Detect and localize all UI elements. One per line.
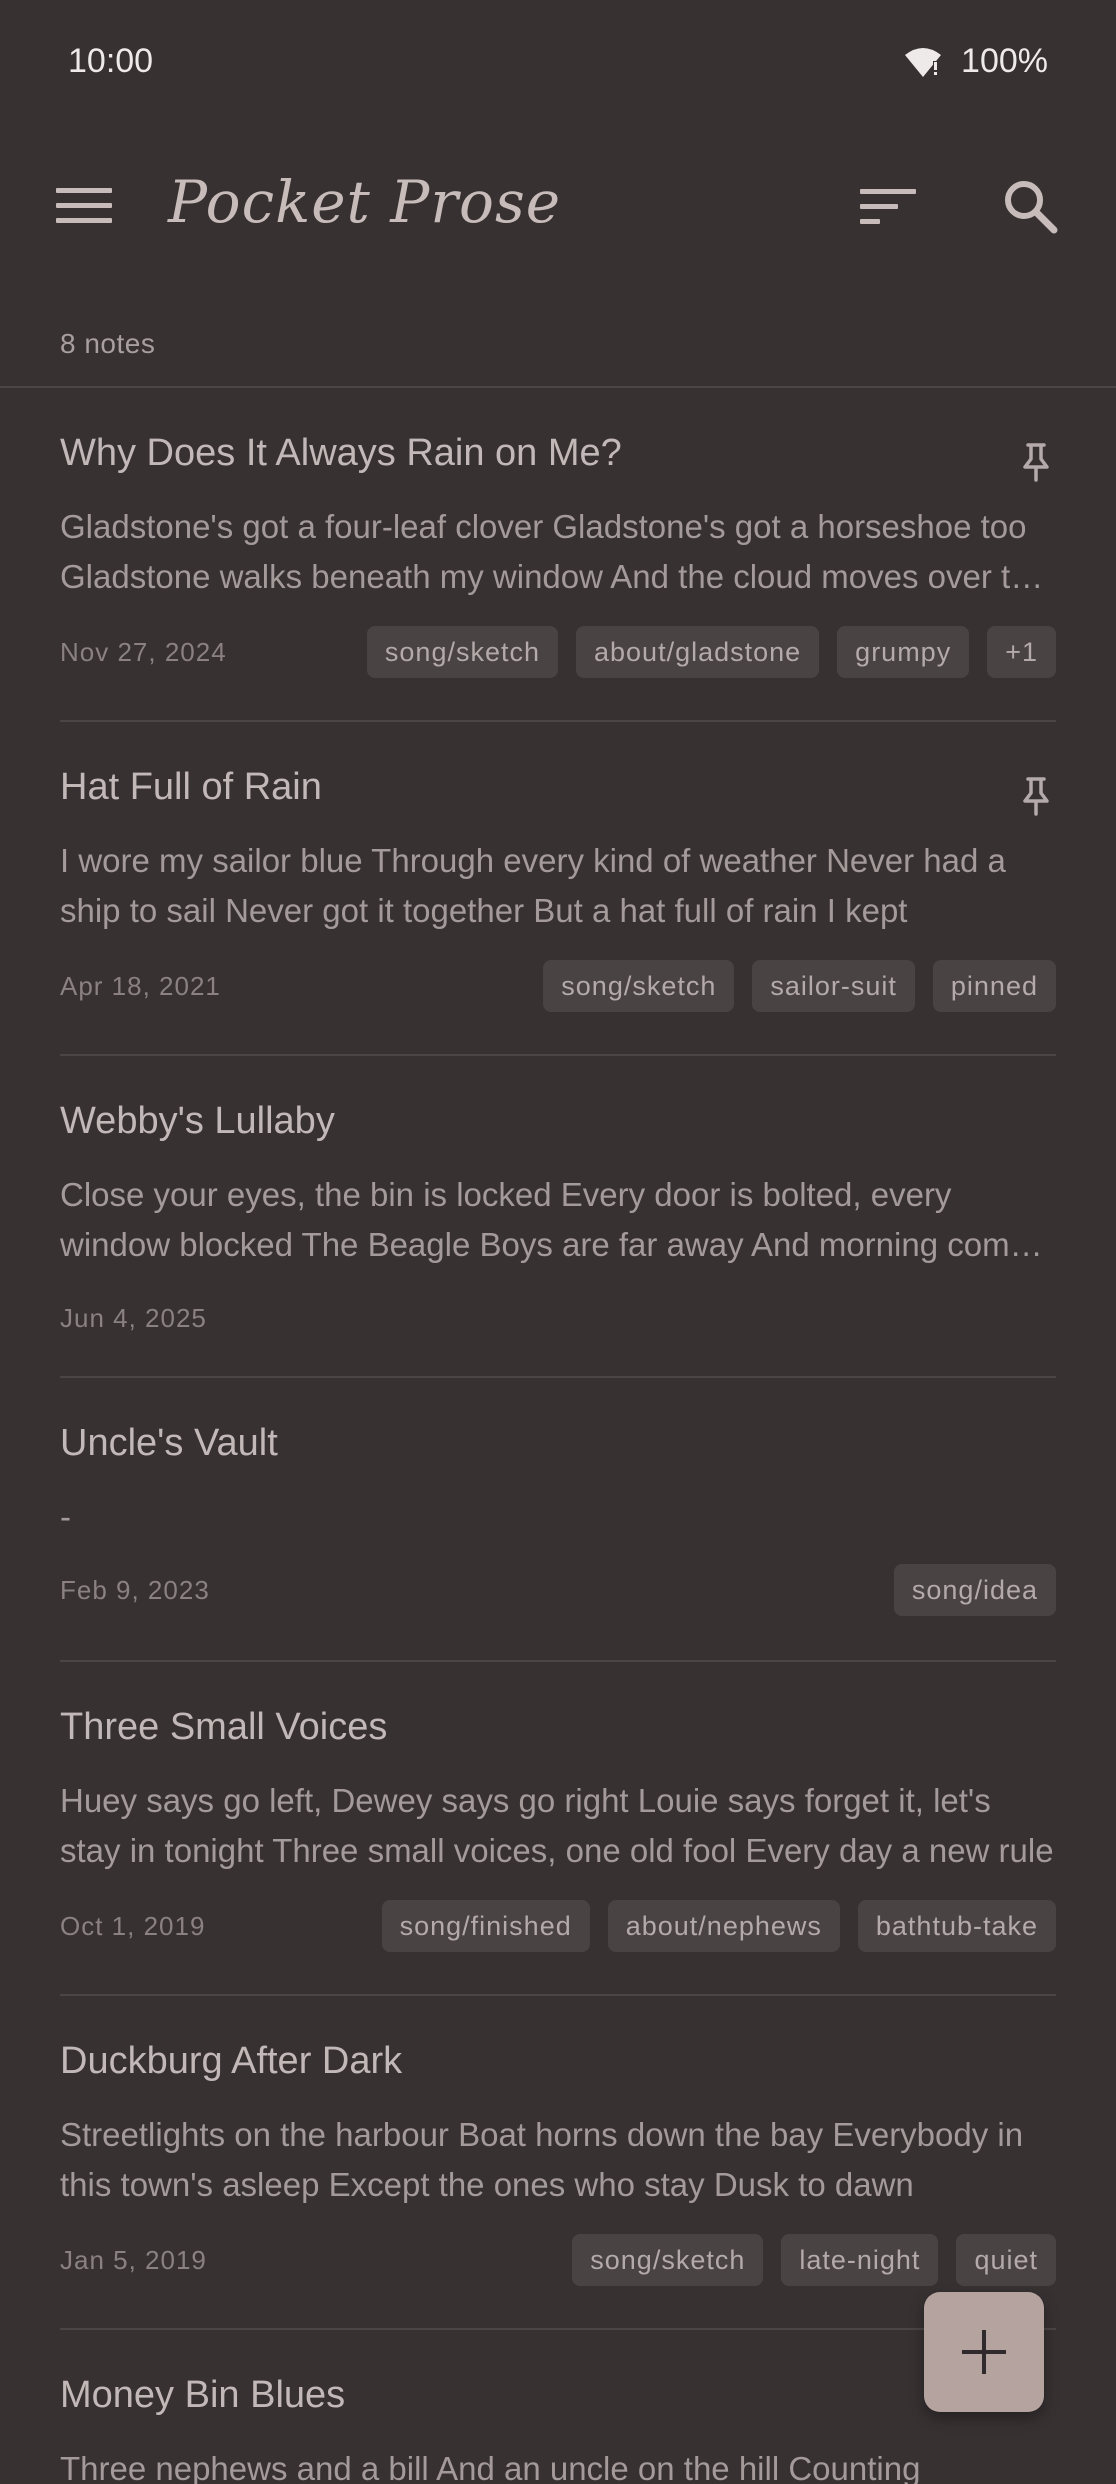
note-card[interactable]: Hat Full of Rain I wore my sailor blue T…	[60, 766, 1056, 1026]
tag-chip[interactable]: bathtub-take	[857, 1900, 1056, 1952]
note-title: Why Does It Always Rain on Me?	[60, 432, 622, 474]
wifi-icon	[903, 45, 943, 79]
note-title: Money Bin Blues	[60, 2374, 346, 2416]
notes-count: 8 notes	[60, 328, 156, 359]
note-title: Uncle's Vault	[60, 1422, 278, 1464]
tag-chip[interactable]: quiet	[956, 2234, 1056, 2286]
note-preview: -	[60, 1498, 71, 1535]
note-preview: Gladstone's got a four-leaf clover Glads…	[60, 508, 1029, 595]
note-divider	[60, 2328, 1056, 2330]
notes-list-screen: 10:00 100% Pocket Prose 8 notes Why Does…	[0, 0, 1116, 2484]
tag-chip[interactable]: song/finished	[381, 1900, 590, 1952]
note-footer: Nov 27, 2024 song/sketch about/gladstone…	[60, 626, 1056, 678]
app-bar: Pocket Prose	[0, 150, 1116, 262]
menu-icon[interactable]	[48, 178, 120, 234]
tag-list: song/finished about/nephews bathtub-take	[381, 1900, 1056, 1952]
tag-chip[interactable]: about/gladstone	[576, 626, 820, 678]
note-title: Three Small Voices	[60, 1706, 388, 1748]
note-date: Nov 27, 2024	[60, 636, 227, 667]
note-card[interactable]: Money Bin Blues Three nephews and a bill…	[60, 2374, 1056, 2484]
sort-icon[interactable]	[848, 178, 928, 234]
note-title: Duckburg After Dark	[60, 2040, 403, 2082]
search-icon[interactable]	[990, 172, 1070, 240]
note-footer: Jun 4, 2025	[60, 1292, 1056, 1344]
tag-chip[interactable]: song/sketch	[543, 960, 735, 1012]
note-card[interactable]: Duckburg After Dark Streetlights on the …	[60, 2040, 1056, 2300]
note-title: Hat Full of Rain	[60, 766, 322, 808]
note-preview: Three nephews and a bill And an uncle on…	[60, 2450, 921, 2484]
tag-chip[interactable]: pinned	[932, 960, 1056, 1012]
more-tags-chip[interactable]: +1	[987, 626, 1056, 678]
tag-chip[interactable]: about/nephews	[607, 1900, 840, 1952]
note-divider	[60, 1376, 1056, 1378]
note-divider	[60, 1994, 1056, 1996]
app-title: Pocket Prose	[168, 168, 562, 236]
status-bar: 10:00 100%	[0, 0, 1116, 130]
note-preview: I wore my sailor blue Through every kind…	[60, 842, 1006, 929]
note-date: Apr 18, 2021	[60, 970, 221, 1001]
tag-chip[interactable]: song/sketch	[572, 2234, 764, 2286]
note-card[interactable]: Uncle's Vault - Feb 9, 2023 song/idea	[60, 1422, 1056, 1652]
note-divider	[60, 1054, 1056, 1056]
tag-chip[interactable]: grumpy	[837, 626, 970, 678]
new-note-button[interactable]	[924, 2292, 1044, 2412]
note-preview: Close your eyes, the bin is locked Every…	[60, 1176, 1045, 1263]
note-date: Oct 1, 2019	[60, 1910, 206, 1941]
note-card[interactable]: Three Small Voices Huey says go left, De…	[60, 1706, 1056, 1966]
note-card[interactable]: Webby's Lullaby Close your eyes, the bin…	[60, 1100, 1056, 1348]
note-date: Feb 9, 2023	[60, 1574, 210, 1605]
tag-chip[interactable]: song/idea	[893, 1564, 1056, 1616]
note-preview: Streetlights on the harbour Boat horns d…	[60, 2116, 1024, 2203]
note-card[interactable]: Why Does It Always Rain on Me? Gladstone…	[60, 432, 1056, 692]
tag-chip[interactable]: late-night	[781, 2234, 939, 2286]
note-footer: Jan 5, 2019 song/sketch late-night quiet	[60, 2234, 1056, 2286]
note-date: Jan 5, 2019	[60, 2244, 207, 2275]
note-title: Webby's Lullaby	[60, 1100, 335, 1142]
pin-icon[interactable]	[1016, 440, 1056, 484]
note-preview: Huey says go left, Dewey says go right L…	[60, 1782, 1054, 1869]
pin-icon[interactable]	[1016, 774, 1056, 818]
note-footer: Oct 1, 2019 song/finished about/nephews …	[60, 1900, 1056, 1952]
header-divider	[0, 386, 1116, 388]
tag-chip[interactable]: song/sketch	[366, 626, 558, 678]
tag-list: song/sketch sailor-suit pinned	[543, 960, 1056, 1012]
note-footer: Feb 9, 2023 song/idea	[60, 1564, 1056, 1616]
tag-chip[interactable]: sailor-suit	[752, 960, 915, 1012]
note-divider	[60, 1660, 1056, 1662]
tag-list: song/sketch late-night quiet	[572, 2234, 1056, 2286]
status-indicators: 100%	[903, 42, 1048, 81]
tag-list: song/idea	[893, 1564, 1056, 1616]
status-time: 10:00	[68, 42, 154, 80]
battery-level: 100%	[961, 42, 1048, 80]
plus-icon	[962, 2330, 1006, 2374]
note-divider	[60, 720, 1056, 722]
tag-list: song/sketch about/gladstone grumpy +1	[366, 626, 1056, 678]
note-footer: Apr 18, 2021 song/sketch sailor-suit pin…	[60, 960, 1056, 1012]
note-date: Jun 4, 2025	[60, 1302, 207, 1333]
